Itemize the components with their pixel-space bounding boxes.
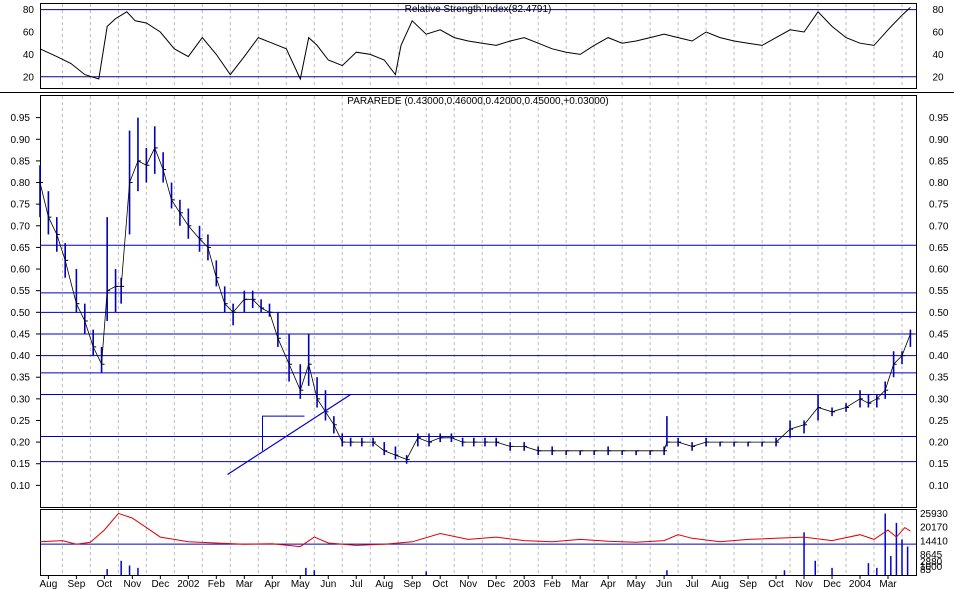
x-tick-label: May (627, 579, 646, 589)
price-tick-label: 0.75 (11, 200, 31, 211)
volume-tick-labels: 25930201701441086452880100085 (920, 509, 948, 576)
price-tick-label: 0.30 (11, 394, 31, 405)
x-tick-label: Mar (572, 579, 590, 589)
vertical-gridlines (61, 4, 903, 575)
rsi-level-lines (40, 9, 916, 78)
x-tick-label: Feb (208, 579, 226, 589)
price-tick-label: 0.80 (11, 178, 31, 189)
volume-tick-label: 14410 (920, 536, 948, 547)
rsi-tick-label: 60 (23, 28, 35, 39)
price-tick-label: 0.65 (11, 243, 31, 254)
x-tick-label: Jun (320, 579, 336, 589)
trendline (227, 394, 351, 476)
volume-tick-label: 20170 (920, 523, 948, 534)
x-tick-label: Dec (151, 579, 169, 589)
x-axis-labels: Aug Sep Oct Nov Dec 2002 Feb Mar Apr May Jun Jul Aug… (39, 575, 897, 589)
rsi-tick-label: 80 (23, 5, 35, 16)
price-tick-label: 0.40 (11, 351, 31, 362)
x-tick-label: Mar (879, 579, 897, 589)
x-tick-label: Aug (711, 579, 729, 589)
price-horizontal-lines (40, 244, 916, 463)
rsi-tick-label-right: 60 (932, 28, 944, 39)
x-tick-label: Oct (432, 579, 448, 589)
price-tick-label-right: 0.80 (929, 178, 949, 189)
x-tick-label: Sep (67, 579, 85, 589)
price-title: PARAREDE (0.43000,0.46000,0.42000,0.4500… (347, 96, 608, 107)
x-tick-label: Nov (123, 579, 141, 589)
x-tick-label: Mar (236, 579, 254, 589)
rsi-tick-labels: 20 20 40 40 60 60 80 80 (23, 5, 944, 83)
x-tick-label: Aug (39, 579, 57, 589)
price-tick-label-right: 0.65 (929, 243, 949, 254)
x-tick-label: Jun (656, 579, 672, 589)
rsi-line (39, 7, 911, 81)
x-tick-label: May (291, 579, 310, 589)
rsi-tick-label-right: 20 (932, 72, 944, 83)
volume-panel-frame (40, 509, 917, 576)
price-tick-label: 0.55 (11, 286, 31, 297)
price-tick-label: 0.70 (11, 221, 31, 232)
x-tick-label: Jul (686, 579, 699, 589)
price-tick-label: 0.35 (11, 373, 31, 384)
price-tick-label-right: 0.85 (929, 156, 949, 167)
x-tick-label: Apr (265, 579, 281, 589)
x-tick-label: 2003 (513, 579, 536, 589)
rsi-title: Relative Strength Index(82.4791) (405, 4, 552, 15)
x-tick-label: Nov (795, 579, 813, 589)
price-tick-label: 0.45 (11, 329, 31, 340)
x-tick-label: Aug (375, 579, 393, 589)
x-tick-label: Sep (739, 579, 757, 589)
price-tick-label-right: 0.15 (929, 459, 949, 470)
x-tick-label: Apr (600, 579, 616, 589)
price-tick-label: 0.20 (11, 438, 31, 449)
rsi-tick-label: 40 (23, 50, 35, 61)
price-tick-label: 0.90 (11, 135, 31, 146)
price-tick-label-right: 0.20 (929, 438, 949, 449)
price-tick-label-right: 0.30 (929, 394, 949, 405)
price-tick-label-right: 0.70 (929, 221, 949, 232)
price-tick-label-right: 0.25 (929, 416, 949, 427)
price-tick-label-right: 0.50 (929, 308, 949, 319)
stock-chart: 20 20 40 40 60 60 80 80 0.10 0.10 0.15 0.15 0.20 0.2… (0, 3, 954, 589)
volume-average-line (39, 512, 911, 548)
rsi-tick-label-right: 80 (932, 5, 944, 16)
x-tick-label: Feb (544, 579, 562, 589)
x-tick-label: 2004 (849, 579, 872, 589)
price-tick-label-right: 0.10 (929, 481, 949, 492)
price-close-line (39, 146, 911, 460)
volume-tick-label: 85 (920, 565, 932, 576)
price-bars (39, 117, 914, 464)
x-tick-label: Dec (487, 579, 505, 589)
x-tick-label: Jul (350, 579, 363, 589)
price-tick-label-right: 0.95 (929, 113, 949, 124)
x-tick-label: Nov (459, 579, 477, 589)
price-tick-label-right: 0.55 (929, 286, 949, 297)
x-tick-label: Sep (403, 579, 421, 589)
price-tick-label: 0.25 (11, 416, 31, 427)
price-tick-label-right: 0.45 (929, 329, 949, 340)
price-tick-label: 0.60 (11, 265, 31, 276)
price-tick-label: 0.15 (11, 459, 31, 470)
x-tick-label: Dec (823, 579, 841, 589)
volume-tick-label: 25930 (920, 509, 948, 520)
price-tick-label-right: 0.35 (929, 373, 949, 384)
price-tick-label-right: 0.90 (929, 135, 949, 146)
price-tick-label-right: 0.75 (929, 200, 949, 211)
price-panel-frame (40, 95, 917, 508)
price-tick-label: 0.10 (11, 481, 31, 492)
resistance-box (261, 415, 305, 451)
price-tick-label-right: 0.60 (929, 265, 949, 276)
x-tick-label: 2002 (177, 579, 200, 589)
price-tick-labels: 0.10 0.10 0.15 0.15 0.20 0.20 0.25 0.25 0.30 0.30… (11, 113, 949, 492)
rsi-tick-label-right: 40 (932, 50, 944, 61)
price-tick-label: 0.95 (11, 113, 31, 124)
price-tick-label: 0.50 (11, 308, 31, 319)
price-tick-label: 0.85 (11, 156, 31, 167)
x-tick-label: Oct (97, 579, 113, 589)
rsi-tick-label: 20 (23, 72, 35, 83)
x-tick-label: Oct (768, 579, 784, 589)
price-tick-label-right: 0.40 (929, 351, 949, 362)
